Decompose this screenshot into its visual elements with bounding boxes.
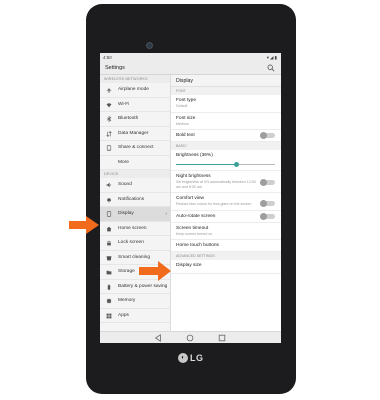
storage-icon — [106, 270, 112, 275]
display-settings-panel: Display FONT Font type Default Font size… — [171, 75, 281, 331]
sound-icon — [106, 182, 112, 188]
sidebar-item-data-manager[interactable]: Data Manager — [100, 127, 170, 141]
home-icon — [106, 226, 112, 231]
sidebar-item-label: More — [118, 159, 129, 165]
sidebar-item-label: Sound — [118, 182, 132, 187]
sidebar-item-display[interactable]: Display › — [100, 207, 170, 222]
home-nav-icon[interactable] — [186, 334, 194, 342]
comfort-view-toggle[interactable] — [260, 200, 275, 207]
brightness-label: Brightness (36%) — [176, 153, 213, 158]
brand-logo-text: LG — [190, 353, 204, 363]
brightness-thumb[interactable] — [233, 162, 239, 167]
sidebar-item-label: Data Manager — [118, 130, 149, 136]
font-type-value: Default — [176, 104, 188, 108]
sidebar-item-label: Display — [118, 211, 134, 216]
night-brightness-setting[interactable]: Night brightness Set brightness at 0% au… — [171, 171, 281, 193]
font-size-label: Font size — [176, 115, 196, 121]
display-size-setting[interactable]: Display size — [171, 260, 281, 274]
night-brightness-toggle[interactable] — [260, 179, 275, 186]
section-font: FONT — [171, 87, 281, 95]
brightness-setting: Brightness (36%) — [171, 150, 281, 159]
font-size-value: Medium — [176, 121, 189, 126]
status-bar: 4:50 ▾◢▮ — [100, 53, 281, 61]
font-type-setting[interactable]: Font type Default — [171, 95, 281, 113]
callout-arrow-screen-timeout — [139, 261, 171, 281]
battery-icon — [107, 284, 111, 290]
airplane-icon — [106, 87, 112, 93]
sidebar-item-lock-screen[interactable]: Lock screen — [100, 236, 170, 251]
recent-apps-icon[interactable] — [218, 334, 226, 342]
screen-timeout-value: Keep screen turned on — [176, 231, 213, 236]
sidebar-item-sound[interactable]: Sound — [100, 178, 170, 193]
sidebar-item-label: Storage — [118, 269, 135, 274]
night-brightness-label: Night brightness — [176, 174, 211, 179]
lg-logo-icon: ◐ — [178, 353, 188, 363]
wifi-icon — [106, 102, 112, 107]
sidebar-item-wifi[interactable]: Wi-Fi — [100, 98, 170, 112]
sidebar-item-home-screen[interactable]: Home screen — [100, 222, 170, 236]
front-camera — [146, 42, 153, 49]
search-icon[interactable] — [267, 64, 275, 72]
smart-cleaning-icon — [106, 255, 112, 260]
sidebar-item-label: Bluetooth — [118, 116, 139, 121]
status-time: 4:50 — [103, 54, 112, 60]
section-advanced-settings: ADVANCED SETTINGS — [171, 252, 281, 260]
sidebar-item-label: Share & connect — [118, 145, 154, 150]
sidebar-item-bluetooth[interactable]: Bluetooth — [100, 112, 170, 127]
section-wireless-networks: WIRELESS NETWORKS — [100, 75, 170, 83]
sidebar-item-label: Battery & power saving — [118, 283, 168, 289]
sidebar-item-airplane-mode[interactable]: Airplane mode — [100, 83, 170, 98]
section-device: DEVICE — [100, 170, 170, 178]
font-type-label: Font type — [176, 98, 196, 103]
back-icon[interactable] — [154, 334, 162, 342]
screen: 4:50 ▾◢▮ Settings WIRELESS NETWORKS Airp… — [100, 53, 281, 343]
sidebar-item-notifications[interactable]: Notifications — [100, 193, 170, 207]
bluetooth-icon — [107, 116, 112, 122]
auto-rotate-toggle[interactable] — [260, 212, 275, 220]
bold-text-toggle[interactable] — [260, 132, 275, 139]
lock-icon — [107, 240, 111, 246]
screen-timeout-setting[interactable]: Screen timeout Keep screen turned on — [171, 223, 281, 240]
memory-icon — [106, 298, 112, 304]
display-icon — [106, 211, 112, 217]
sidebar-item-label: Home screen — [118, 225, 147, 231]
sidebar-item-label: Airplane mode — [118, 87, 149, 92]
screen-timeout-label: Screen timeout — [176, 225, 209, 231]
status-icons: ▾◢▮ — [266, 54, 278, 60]
sidebar-item-label: Smart cleaning — [118, 254, 150, 260]
sidebar-item-more[interactable]: More — [100, 156, 170, 170]
bold-text-setting[interactable]: Bold text — [171, 130, 281, 142]
comfort-view-setting[interactable]: Comfort view Reduce blue colour for less… — [171, 193, 281, 211]
sidebar-item-share-connect[interactable]: Share & connect — [100, 141, 170, 156]
panel-title: Display — [171, 75, 281, 87]
share-icon — [106, 145, 112, 151]
brightness-fill — [176, 164, 237, 165]
page-title: Settings — [105, 65, 125, 71]
notifications-icon — [107, 197, 111, 203]
sidebar-item-label: Apps — [118, 312, 129, 318]
font-size-setting[interactable]: Font size Medium — [171, 113, 281, 130]
auto-rotate-setting[interactable]: Auto-rotate screen — [171, 211, 281, 223]
chevron-right-icon: › — [165, 211, 167, 217]
brightness-slider[interactable] — [171, 159, 281, 171]
section-basic: BASIC — [171, 142, 281, 150]
apps-icon — [106, 313, 112, 318]
home-touch-buttons-label: Home touch buttons — [176, 243, 219, 248]
sidebar-item-label: Memory — [118, 298, 136, 303]
brand-logo: ◐ LG — [178, 352, 212, 364]
sidebar-item-apps[interactable]: Apps — [100, 309, 170, 323]
data-manager-icon — [106, 130, 112, 137]
settings-sidebar: WIRELESS NETWORKS Airplane mode Wi-Fi Bl… — [100, 75, 171, 331]
navigation-bar — [100, 331, 281, 343]
sidebar-item-label: Notifications — [118, 196, 145, 202]
sidebar-item-label: Lock screen — [118, 240, 144, 245]
sidebar-item-label: Wi-Fi — [118, 101, 130, 107]
sidebar-item-memory[interactable]: Memory — [100, 294, 170, 309]
display-size-label: Display size — [176, 263, 202, 268]
app-header: Settings — [100, 61, 281, 75]
home-touch-buttons-setting[interactable]: Home touch buttons — [171, 240, 281, 252]
callout-arrow-display — [69, 216, 99, 234]
